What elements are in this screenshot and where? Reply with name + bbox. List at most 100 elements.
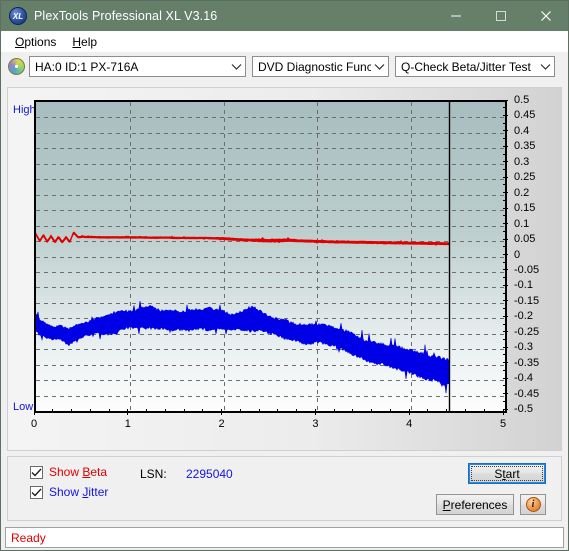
y-axis-tick-mark bbox=[503, 161, 508, 163]
y-axis-tick-label: 0.3 bbox=[514, 155, 530, 168]
y-axis-tick-label: 0.35 bbox=[514, 140, 536, 153]
test-select[interactable]: Q-Check Beta/Jitter Test bbox=[395, 56, 555, 77]
drive-select[interactable]: HA:0 ID:1 PX-716A bbox=[29, 56, 246, 77]
x-axis-minor-tick bbox=[277, 409, 279, 412]
y-axis-tick-label: 0.1 bbox=[514, 217, 530, 230]
function-select[interactable]: DVD Diagnostic Functions bbox=[252, 56, 389, 77]
show-jitter-row[interactable]: Show Jitter bbox=[30, 485, 108, 499]
y-axis-tick-mark bbox=[503, 223, 508, 225]
y-axis-minor-tick bbox=[503, 385, 506, 387]
x-axis-tick-label: 1 bbox=[124, 418, 131, 430]
y-axis-tick-label: -0.15 bbox=[514, 294, 540, 307]
x-axis-tick-mark bbox=[221, 409, 223, 415]
y-axis-tick-label: -0.3 bbox=[514, 341, 533, 354]
x-axis-minor-tick bbox=[333, 409, 335, 412]
y-axis-tick-label: -0.45 bbox=[514, 387, 540, 400]
menu-item-help[interactable]: Help bbox=[64, 33, 105, 51]
menu-options-rest: ptions bbox=[24, 34, 57, 49]
start-button-label: Start bbox=[494, 467, 519, 481]
y-axis-tick-mark bbox=[503, 192, 508, 194]
menu-bar: Options Help bbox=[1, 31, 568, 52]
y-axis-minor-tick bbox=[503, 400, 506, 402]
y-axis-tick-mark bbox=[503, 284, 508, 286]
x-axis-minor-tick bbox=[258, 409, 260, 412]
axis-label-low: Low bbox=[13, 401, 34, 413]
y-axis-tick-mark bbox=[503, 207, 508, 209]
prefs-rest: references bbox=[450, 497, 508, 512]
y-axis-tick-mark bbox=[503, 238, 508, 240]
x-axis-tick-label: 2 bbox=[218, 418, 225, 430]
show-jitter-checkbox[interactable] bbox=[30, 485, 43, 499]
x-axis-minor-tick bbox=[108, 409, 110, 412]
y-axis-tick-mark bbox=[503, 176, 508, 178]
y-axis-tick-label: 0.25 bbox=[514, 171, 536, 184]
lsn-value: 2295040 bbox=[186, 467, 233, 481]
y-axis-tick-mark bbox=[503, 254, 508, 255]
y-axis-tick-label: -0.35 bbox=[514, 356, 540, 369]
x-axis-tick-label: 0 bbox=[30, 418, 38, 430]
axis-label-high: High bbox=[13, 104, 36, 116]
x-axis-minor-tick bbox=[239, 409, 241, 412]
controls-panel: Show Beta Show Jitter LSN: 2295040 Start… bbox=[7, 456, 562, 521]
show-beta-label: Show Beta bbox=[49, 465, 107, 479]
y-axis-tick-mark bbox=[503, 362, 508, 364]
x-axis-minor-tick bbox=[483, 409, 485, 412]
y-axis-minor-tick bbox=[503, 292, 506, 294]
toolbar: HA:0 ID:1 PX-716A DVD Diagnostic Functio… bbox=[1, 52, 568, 81]
disc-icon bbox=[8, 58, 25, 75]
x-axis-minor-tick bbox=[446, 409, 448, 412]
plot-canvas bbox=[34, 100, 507, 413]
menu-options-mnemonic: O bbox=[15, 34, 25, 49]
show-beta-checkbox[interactable] bbox=[30, 465, 43, 479]
y-axis-tick-mark bbox=[503, 99, 508, 101]
y-axis-tick-mark bbox=[503, 300, 508, 302]
y-axis-minor-tick bbox=[503, 261, 506, 263]
close-icon[interactable] bbox=[523, 1, 568, 31]
preferences-button[interactable]: Preferences bbox=[436, 494, 514, 515]
preferences-button-label: Preferences bbox=[443, 498, 508, 512]
y-axis-tick-label: 0 bbox=[514, 248, 521, 261]
y-axis-tick-mark bbox=[503, 269, 508, 271]
show-jitter-label: Show Jitter bbox=[49, 485, 108, 499]
chart-area: High Low 0.5 0.45 0.4 0.35 0.3 0.25 0.2 0.15 0.1… bbox=[8, 88, 561, 450]
y-axis-tick-label: -0.25 bbox=[514, 325, 540, 338]
x-axis-tick-mark bbox=[314, 409, 316, 415]
x-axis-minor-tick bbox=[89, 409, 91, 412]
y-axis-tick-label: 0.4 bbox=[514, 124, 530, 137]
x-axis-minor-tick bbox=[296, 409, 298, 412]
y-axis-tick-label: -0.5 bbox=[514, 403, 533, 415]
info-button[interactable]: i bbox=[520, 494, 546, 515]
status-bar: Ready bbox=[5, 527, 564, 548]
x-axis-minor-tick bbox=[183, 409, 185, 412]
show-jitter-pre: Show bbox=[49, 485, 83, 499]
window-title: PlexTools Professional XL V3.16 bbox=[34, 9, 218, 23]
chevron-down-icon bbox=[371, 63, 388, 70]
x-axis-tick-mark bbox=[127, 409, 129, 415]
y-axis-minor-tick bbox=[503, 354, 506, 356]
chevron-down-icon bbox=[537, 63, 554, 70]
y-axis-tick-mark bbox=[503, 346, 508, 348]
y-axis-tick-mark bbox=[503, 393, 508, 395]
x-axis-minor-tick bbox=[352, 409, 354, 412]
minimize-icon[interactable] bbox=[433, 1, 478, 31]
menu-item-options[interactable]: Options bbox=[7, 33, 64, 51]
series-beta bbox=[36, 231, 450, 246]
y-axis-tick-mark bbox=[503, 114, 508, 116]
y-axis-minor-tick bbox=[503, 184, 506, 186]
show-beta-post: eta bbox=[90, 465, 108, 479]
x-axis-tick-label: 5 bbox=[499, 418, 507, 430]
x-axis-tick-mark bbox=[408, 409, 410, 415]
y-axis-tick-label: 0.05 bbox=[514, 233, 536, 246]
y-axis-tick-label: -0.05 bbox=[514, 263, 540, 276]
start-button[interactable]: Start bbox=[468, 463, 546, 484]
window-controls bbox=[433, 1, 568, 31]
y-axis-tick-label: 0.15 bbox=[514, 202, 536, 215]
y-axis-minor-tick bbox=[503, 215, 506, 217]
show-beta-row[interactable]: Show Beta bbox=[30, 465, 107, 479]
y-axis-minor-tick bbox=[503, 323, 506, 325]
menu-help-rest: elp bbox=[81, 34, 98, 49]
maximize-icon[interactable] bbox=[478, 1, 523, 31]
y-axis-tick-mark bbox=[503, 145, 508, 147]
y-axis-minor-tick bbox=[503, 308, 506, 310]
x-axis-tick-mark bbox=[33, 409, 35, 415]
